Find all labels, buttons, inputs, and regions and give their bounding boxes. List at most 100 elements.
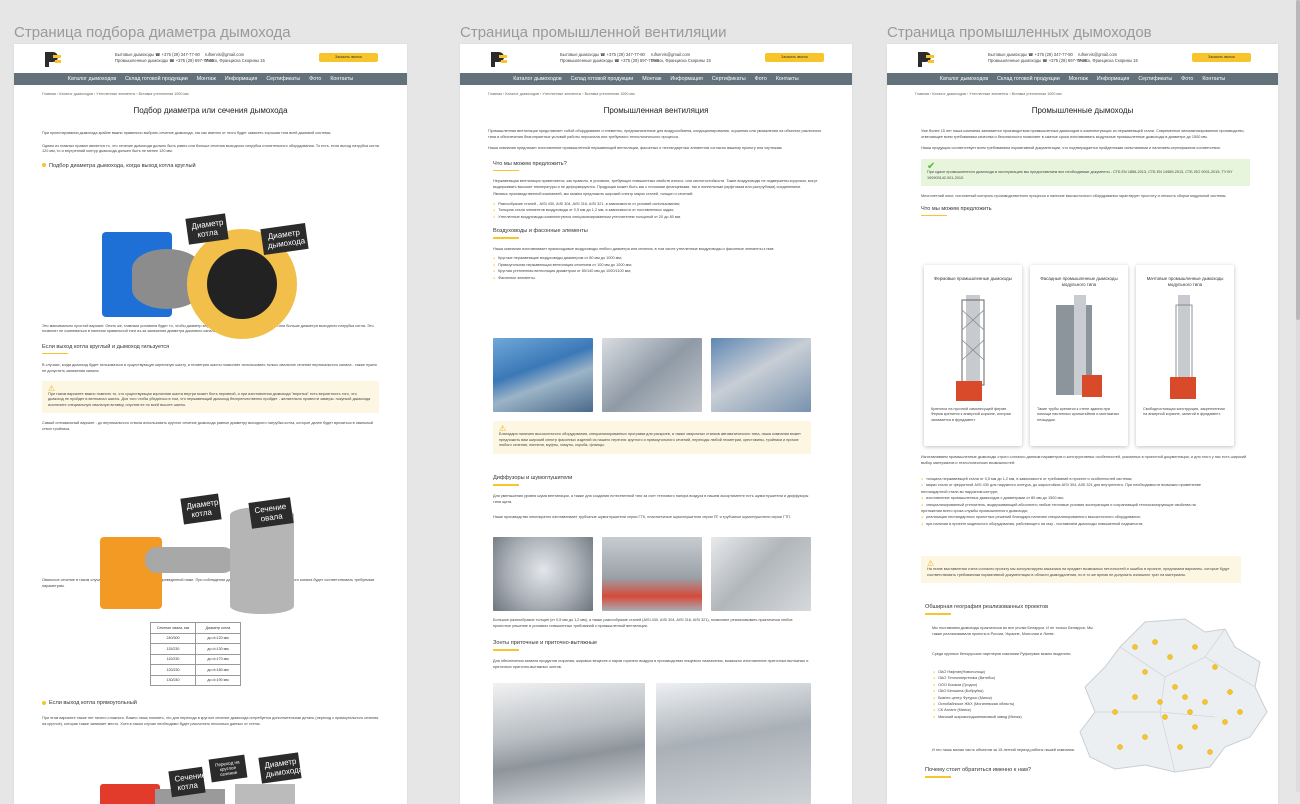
breadcrumb: Главная › Каталог дымоходов › Утепленные…	[488, 92, 635, 96]
table-cell: до d=170 мм	[195, 653, 241, 665]
column-title-1: Страница подбора диаметра дымохода	[14, 24, 291, 41]
list-item: специализированный утеплитель, выдержива…	[921, 502, 1205, 515]
table-cell: 120/230	[150, 664, 196, 676]
nav-certificates[interactable]: Сертификаты	[712, 76, 746, 82]
warning-note: ⚠ При таком варианте важно помнить то, чт…	[42, 380, 379, 414]
paragraph: Уже более 15 лет наша компания занимаетс…	[921, 129, 1245, 139]
paragraph: Наша продукция соответствует всем требов…	[921, 146, 1221, 151]
paragraph: Мы поставляем дымоходы практически во вс…	[932, 626, 1093, 636]
list-item: марки стали от ферритной AISI 430 для на…	[921, 482, 1205, 495]
table-cell: до d=180 мм	[195, 664, 241, 676]
list-item: Минский шарикоподшипниковый завод (Минск…	[933, 714, 1047, 720]
warning-icon: ⚠	[499, 424, 507, 433]
header-address: rufservis@gmail.com Минск, Франциска Ско…	[1078, 52, 1138, 63]
truss-chimney-image	[956, 295, 985, 401]
nav-catalog[interactable]: Каталог дымоходов	[940, 76, 988, 82]
paragraph: Нержавеющая вентиляция применяется, как …	[493, 179, 818, 189]
warning-icon: ⚠	[927, 559, 935, 568]
nav-info[interactable]: Информация	[225, 76, 257, 82]
section-heading: Если выход котла прямоугольный	[42, 700, 137, 706]
table-row: 240/300 до d=120 мм	[150, 632, 241, 644]
nav-photo[interactable]: Фото	[1181, 76, 1193, 82]
table-row: 115/230 до d=130 мм	[150, 643, 241, 655]
paragraph: Самый оптимальный вариант - до вертикаль…	[42, 421, 374, 431]
card-title: Мачтовые промышленные дымоходы модульног…	[1146, 276, 1224, 287]
nav-contacts[interactable]: Контакты	[776, 76, 799, 82]
paragraph: Многолетний опыт, постоянный контроль пр…	[921, 194, 1227, 198]
product-card-facade[interactable]: Фасадные промышленные дымоходы модульног…	[1030, 265, 1128, 446]
table-cell: 240/300	[150, 632, 196, 644]
table-cell: до d=190 мм	[195, 674, 241, 686]
table-header-cell: Диаметр котла	[195, 622, 241, 634]
column-title-3: Страница промышленных дымоходов	[887, 24, 1152, 41]
table-row: 120/230 до d=180 мм	[150, 664, 241, 676]
nav-mounting[interactable]: Монтаж	[642, 76, 661, 82]
scrollbar[interactable]	[1296, 0, 1300, 792]
nav-contacts[interactable]: Контакты	[1202, 76, 1225, 82]
site-header: Бытовые дымоходы ☎ +375 (29) 347-77-80 П…	[460, 44, 852, 73]
card-description: Свободностоящая конструкция, закрепленна…	[1143, 407, 1225, 417]
nav-info[interactable]: Информация	[1097, 76, 1129, 82]
header-address: rufservis@gmail.com Минск, Франциска Ско…	[651, 52, 711, 63]
main-nav: Каталог дымоходов Склад готовой продукци…	[460, 73, 852, 85]
logo-icon	[491, 52, 507, 67]
photo-ducts-2	[602, 338, 702, 412]
nav-certificates[interactable]: Сертификаты	[266, 76, 300, 82]
breadcrumb: Главная › Каталог дымоходов › Утепленные…	[915, 92, 1062, 96]
section-heading: Подбор диаметра дымохода, когда выход ко…	[42, 163, 379, 169]
nav-warehouse[interactable]: Склад готовой продукции	[997, 76, 1060, 82]
column-title-2: Страница промышленной вентиляции	[460, 24, 727, 41]
photo-hood-2	[656, 683, 811, 804]
section-heading: Что мы можем предложить?	[493, 161, 824, 172]
scrollbar-thumb[interactable]	[1296, 0, 1300, 320]
section-heading: Что мы можем предложить	[921, 206, 1250, 217]
card-title: Фермовые промышленные дымоходы	[934, 276, 1012, 281]
table-cell: 115/230	[150, 643, 196, 655]
nav-mounting[interactable]: Монтаж	[197, 76, 216, 82]
nav-photo[interactable]: Фото	[309, 76, 321, 82]
boiler-oval-illustration: Диаметр котла Сечение овала	[100, 492, 310, 614]
nav-photo[interactable]: Фото	[755, 76, 767, 82]
label-boiler-diameter: Диаметр котла	[185, 213, 229, 245]
warning-note: ⚠ Благодаря наличию высокоточного оборудо…	[493, 421, 811, 454]
photo-silencer-3	[711, 537, 811, 611]
belarus-projects-map	[1079, 618, 1268, 773]
nav-info[interactable]: Информация	[670, 76, 702, 82]
nav-warehouse[interactable]: Склад готовой продукции	[571, 76, 634, 82]
paragraph: В случаях, когда дымоход будет гильзоват…	[42, 363, 377, 374]
label-round-transition: Переход на круглое сечение	[208, 754, 248, 783]
label-boiler-diameter-2: Диаметр котла	[180, 493, 222, 525]
site-header: Бытовые дымоходы ☎ +375 (29) 347-77-80 П…	[14, 44, 407, 73]
checkmark-icon: ✔	[927, 160, 936, 172]
mast-chimney-image	[1170, 295, 1196, 399]
section-heading: Зонты приточные и приточно-вытяжные	[493, 640, 597, 651]
list-item: Фасонные элементы.	[493, 275, 824, 281]
label-chimney-diameter-3: Диаметр дымохода	[258, 752, 304, 784]
nav-warehouse[interactable]: Склад готовой продукции	[125, 76, 188, 82]
product-card-mast[interactable]: Мачтовые промышленные дымоходы модульног…	[1136, 265, 1234, 446]
callback-button[interactable]: Заказать звонок	[765, 53, 824, 62]
section-heading: Почему стоит обратиться именно к нам?	[925, 767, 1031, 778]
nav-mounting[interactable]: Монтаж	[1069, 76, 1088, 82]
paragraph: Наше производство многократно изготавлив…	[493, 515, 792, 519]
nav-contacts[interactable]: Контакты	[330, 76, 353, 82]
callback-button[interactable]: Заказать звонок	[1192, 53, 1251, 62]
nav-certificates[interactable]: Сертификаты	[1138, 76, 1172, 82]
callback-button[interactable]: Заказать звонок	[319, 53, 378, 62]
card-description: Крепятся на прочной самонесущей ферме. Ф…	[931, 407, 1011, 422]
paragraph: Наша компания изготавливает прямоходовые…	[493, 246, 775, 251]
product-card-truss[interactable]: Фермовые промышленные дымоходы Крепятся …	[924, 265, 1022, 446]
paragraph: Среди крупных белорусских партнеров комп…	[932, 652, 1072, 656]
nav-catalog[interactable]: Каталог дымоходов	[68, 76, 116, 82]
header-phones: Бытовые дымоходы ☎ +375 (29) 347-77-80 П…	[988, 52, 1088, 63]
nav-catalog[interactable]: Каталог дымоходов	[513, 76, 561, 82]
page-chimney-diameter: Бытовые дымоходы ☎ +375 (29) 347-77-80 П…	[14, 44, 407, 804]
header-address: rufservis@gmail.com Минск, Франциска Ско…	[205, 52, 265, 63]
main-nav: Каталог дымоходов Склад готовой продукци…	[14, 73, 407, 85]
warning-note: ⚠ На этапе выставления счета согласно про…	[921, 556, 1241, 584]
list-item: Утепленные воздуховоды комплектуются спе…	[493, 214, 824, 220]
page-industrial-ventilation: Бытовые дымоходы ☎ +375 (29) 347-77-80 П…	[460, 44, 852, 804]
paragraph: Изготавливаем промышленные дымоходы стро…	[921, 455, 1246, 465]
boiler-round-illustration: Диаметр котла Диаметр дымохода	[102, 213, 322, 339]
photo-hood-1	[493, 683, 645, 804]
